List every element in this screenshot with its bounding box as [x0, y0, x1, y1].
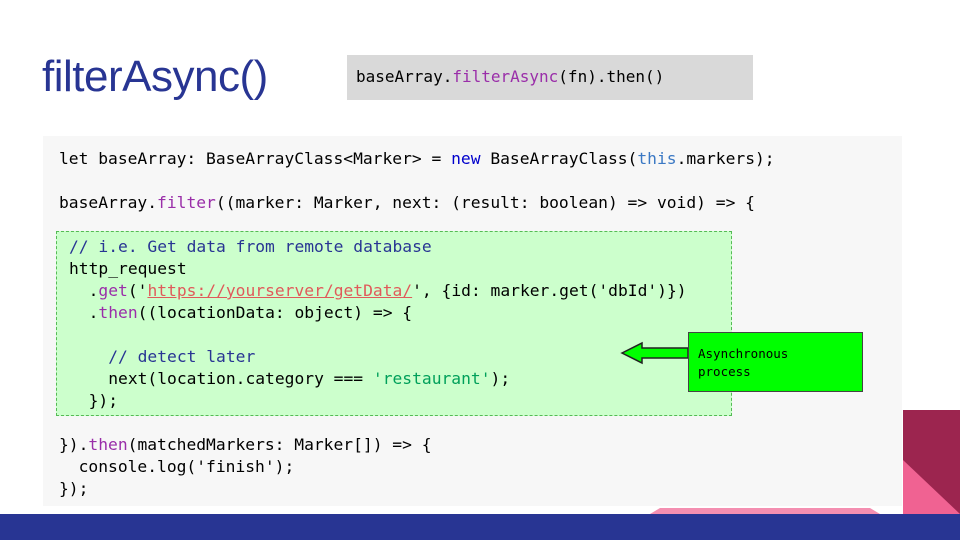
- code-text: ((locationData: object) => {: [137, 303, 413, 322]
- code-text: .markers);: [676, 149, 775, 168]
- code-line-declaration: let baseArray: BaseArrayClass<Marker> = …: [59, 148, 775, 170]
- code-text: });: [88, 391, 119, 410]
- code-text: baseArray.: [59, 193, 158, 212]
- code-text: next(location.category ===: [108, 369, 373, 388]
- code-text: ', {id: marker.get('dbId')}): [412, 281, 687, 300]
- code-text: ((marker: Marker, next: (result: boolean…: [215, 193, 755, 212]
- code-text: .: [69, 303, 99, 322]
- header-code-method: filterAsync: [452, 67, 559, 86]
- code-url-link[interactable]: https://yourserver/getData/: [147, 281, 412, 300]
- code-text: }).: [59, 435, 89, 454]
- callout-line-2: process: [698, 364, 751, 379]
- code-line-console-log: console.log('finish');: [59, 457, 295, 476]
- code-comment-remote-db: // i.e. Get data from remote database: [69, 237, 432, 256]
- async-block-lines: // i.e. Get data from remote database ht…: [69, 236, 687, 412]
- code-line-end: });: [59, 479, 89, 498]
- code-http-request: http_request: [69, 259, 187, 278]
- code-text: (': [127, 281, 148, 300]
- header-code-after: (fn).then(): [558, 67, 665, 86]
- code-text: .: [69, 281, 99, 300]
- header-code-snippet: baseArray.filterAsync(fn).then(): [347, 55, 753, 100]
- footer-bar: [0, 514, 960, 540]
- async-process-callout: Asynchronous process: [688, 332, 863, 392]
- code-text: BaseArrayClass(: [480, 149, 638, 168]
- code-method-filter: filter: [157, 193, 216, 212]
- code-text: let baseArray: BaseArrayClass<Marker> =: [59, 149, 452, 168]
- decorative-corner-shapes: [650, 410, 960, 514]
- async-code-block: // i.e. Get data from remote database ht…: [56, 231, 732, 416]
- code-line-then: }).then(matchedMarkers: Marker[]) => {: [59, 434, 432, 456]
- left-arrow-icon: [620, 341, 689, 365]
- code-keyword-new: new: [451, 149, 481, 168]
- code-method-get: get: [98, 281, 128, 300]
- callout-line-1: Asynchronous: [698, 346, 789, 361]
- slide-title: filterAsync(): [42, 52, 268, 101]
- code-text: (matchedMarkers: Marker[]) => {: [127, 435, 432, 454]
- code-keyword-this: this: [637, 149, 677, 168]
- code-method-then: then: [88, 435, 128, 454]
- code-comment-detect-later: // detect later: [108, 347, 256, 366]
- code-method-then: then: [98, 303, 138, 322]
- code-text: );: [490, 369, 511, 388]
- code-line-filter: baseArray.filter((marker: Marker, next: …: [59, 192, 755, 214]
- header-code-before: baseArray.: [356, 67, 453, 86]
- code-string-restaurant: 'restaurant': [372, 369, 491, 388]
